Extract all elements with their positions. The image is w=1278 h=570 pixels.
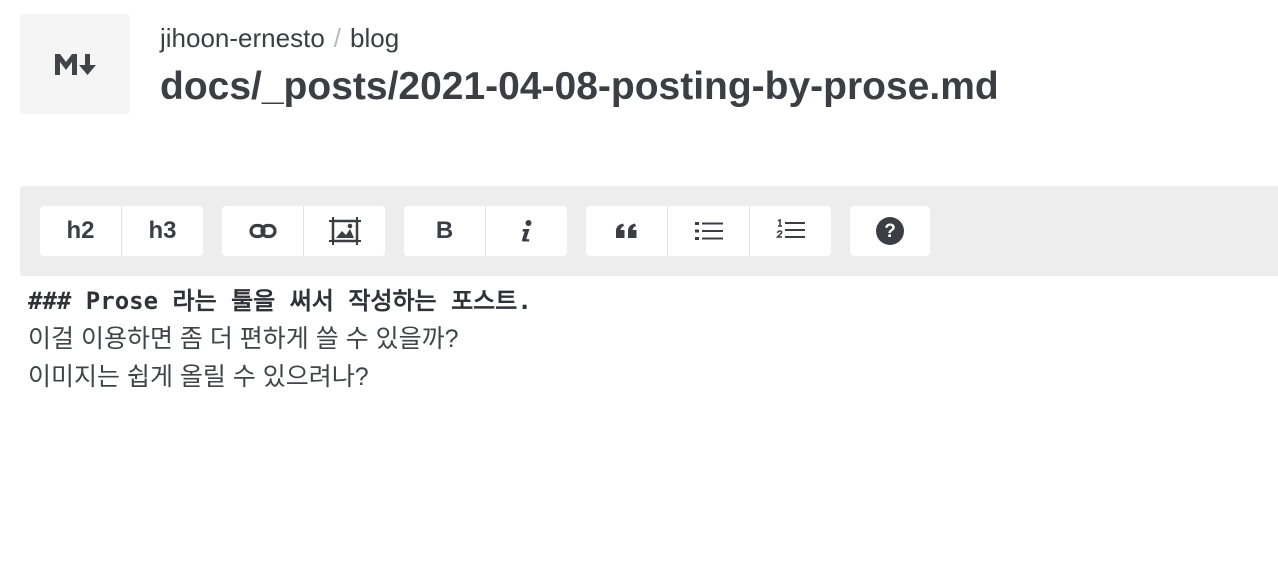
media-button[interactable] [303,206,385,256]
italic-button[interactable] [485,206,567,256]
link-icon [248,223,277,239]
markdown-icon [55,54,96,75]
editor-heading-line: ### Prose 라는 툴을 써서 작성하는 포스트. [28,287,532,315]
editor-text-line: 이걸 이용하면 좀 더 편하게 쓸 수 있을까? [28,325,459,353]
editor-text-line: 이미지는 쉽게 올릴 수 있으려나? [28,363,369,391]
editor-toolbar: h2 h3 B ? [20,186,1278,276]
numbered-list-button[interactable] [749,206,831,256]
help-button[interactable]: ? [850,206,930,256]
bold-button[interactable]: B [404,206,485,256]
svg-text:?: ? [884,221,896,242]
image-icon [328,217,361,245]
insert-button-group [222,206,385,256]
h2-button[interactable]: h2 [40,206,121,256]
quote-icon [615,223,636,238]
quote-button[interactable] [586,206,667,256]
h3-button[interactable]: h3 [121,206,203,256]
file-header: jihoon-ernesto / blog docs/_posts/2021-04-… [160,18,999,114]
breadcrumb-repo-link[interactable]: blog [350,23,399,53]
breadcrumb: jihoon-ernesto / blog [160,18,999,58]
breadcrumb-separator: / [333,23,342,53]
help-icon: ? [876,217,904,245]
block-button-group [586,206,831,256]
bullet-list-icon [694,222,723,240]
format-button-group: B [404,206,567,256]
link-button[interactable] [222,206,303,256]
help-button-group: ? [850,206,930,256]
italic-icon [521,220,531,242]
bullet-list-button[interactable] [667,206,749,256]
file-title: docs/_posts/2021-04-08-posting-by-prose.… [160,65,999,108]
breadcrumb-owner-link[interactable]: jihoon-ernesto [160,23,325,53]
numbered-list-icon [775,219,805,238]
markdown-file-icon [20,14,130,114]
markdown-editor[interactable]: ### Prose 라는 툴을 써서 작성하는 포스트. 이걸 이용하면 좀 더… [28,282,1258,396]
heading-button-group: h2 h3 [40,206,203,256]
